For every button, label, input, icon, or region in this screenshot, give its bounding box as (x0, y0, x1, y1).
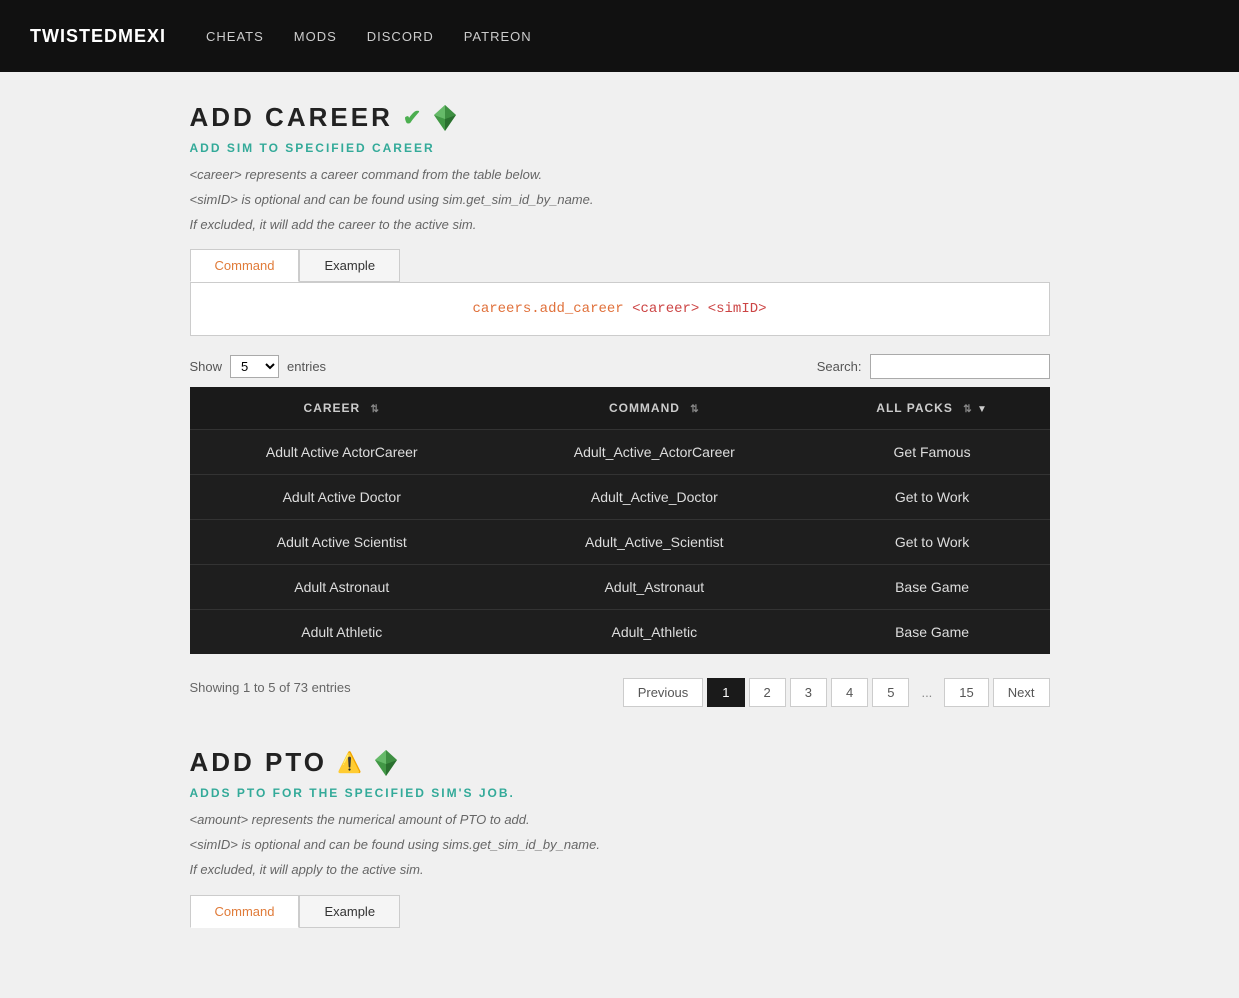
plumbob-icon-pto (375, 750, 397, 776)
add-career-desc-1: <career> represents a career command fro… (190, 165, 1050, 186)
page-3-button[interactable]: 3 (790, 678, 827, 707)
nav-cheats[interactable]: CHEATS (206, 29, 264, 44)
code-text: careers.add_career <career> <simID> (472, 301, 766, 317)
add-pto-desc-1: <amount> represents the numerical amount… (190, 810, 1050, 831)
career-name: Adult Active Scientist (190, 520, 494, 565)
table-row: Adult Astronaut Adult_Astronaut Base Gam… (190, 565, 1050, 610)
nav-mods[interactable]: MODS (294, 29, 337, 44)
search-input[interactable] (870, 354, 1050, 379)
main-content: ADD CAREER ✔ ADD SIM TO SPECIFIED CAREER… (170, 72, 1070, 998)
page-ellipsis: ... (913, 679, 940, 706)
table-row: Adult Active Scientist Adult_Active_Scie… (190, 520, 1050, 565)
sort-command-icon[interactable]: ⇅ (690, 404, 699, 415)
page-15-button[interactable]: 15 (944, 678, 988, 707)
add-career-title: ADD CAREER ✔ (190, 102, 1050, 133)
add-career-desc-2: <simID> is optional and can be found usi… (190, 190, 1050, 211)
table-header: CAREER ⇅ COMMAND ⇅ ALL PACKS ⇅ (190, 387, 1050, 430)
add-pto-tabs: Command Example (190, 895, 1050, 928)
table-row: Adult Athletic Adult_Athletic Base Game (190, 610, 1050, 655)
career-name: Adult Astronaut (190, 565, 494, 610)
entries-label: entries (287, 359, 326, 374)
tab-command[interactable]: Command (190, 249, 300, 282)
page-2-button[interactable]: 2 (749, 678, 786, 707)
pto-tab-example[interactable]: Example (299, 895, 400, 928)
tab-example[interactable]: Example (299, 249, 400, 282)
search-label: Search: (817, 359, 862, 374)
nav-discord[interactable]: DISCORD (367, 29, 434, 44)
page-5-button[interactable]: 5 (872, 678, 909, 707)
table-row: Adult Active Doctor Adult_Active_Doctor … (190, 475, 1050, 520)
add-pto-desc-3: If excluded, it will apply to the active… (190, 860, 1050, 881)
table-row: Adult Active ActorCareer Adult_Active_Ac… (190, 430, 1050, 475)
warning-icon: ⚠️ (337, 750, 365, 775)
add-pto-title-text: ADD PTO (190, 747, 328, 778)
navbar: TWISTEDMEXI CHEATS MODS DISCORD PATREON (0, 0, 1239, 72)
show-entries: Show 5 10 25 50 entries (190, 355, 327, 378)
career-command: Adult_Active_Doctor (494, 475, 815, 520)
code-param1: <career> (632, 301, 699, 317)
career-table: CAREER ⇅ COMMAND ⇅ ALL PACKS ⇅ Adult Act… (190, 387, 1050, 654)
entries-select[interactable]: 5 10 25 50 (230, 355, 279, 378)
add-career-title-text: ADD CAREER (190, 102, 393, 133)
pagination: Previous12345...15Next (623, 678, 1050, 707)
add-career-desc-3: If excluded, it will add the career to t… (190, 215, 1050, 236)
code-box: careers.add_career <career> <simID> (190, 282, 1050, 336)
career-command: Adult_Athletic (494, 610, 815, 655)
career-name: Adult Athletic (190, 610, 494, 655)
plumbob-icon (434, 105, 456, 131)
career-name: Adult Active ActorCareer (190, 430, 494, 475)
col-command: COMMAND ⇅ (494, 387, 815, 430)
add-career-subtitle: ADD SIM TO SPECIFIED CAREER (190, 141, 1050, 155)
career-command: Adult_Astronaut (494, 565, 815, 610)
add-pto-desc-2: <simID> is optional and can be found usi… (190, 835, 1050, 856)
search-box: Search: (817, 354, 1050, 379)
nav-patreon[interactable]: PATREON (464, 29, 532, 44)
sort-packs-icon[interactable]: ⇅ (963, 404, 972, 415)
table-controls: Show 5 10 25 50 entries Search: (190, 354, 1050, 379)
code-command: careers.add_career (472, 301, 623, 317)
page-1-button[interactable]: 1 (707, 678, 744, 707)
add-career-tabs: Command Example (190, 249, 1050, 282)
add-career-section: ADD CAREER ✔ ADD SIM TO SPECIFIED CAREER… (190, 102, 1050, 707)
col-packs[interactable]: ALL PACKS ⇅ (815, 387, 1050, 430)
career-command: Adult_Active_ActorCareer (494, 430, 815, 475)
next-page-button[interactable]: Next (993, 678, 1050, 707)
nav-links: CHEATS MODS DISCORD PATREON (206, 29, 532, 44)
add-pto-title: ADD PTO ⚠️ (190, 747, 1050, 778)
career-pack: Base Game (815, 610, 1050, 655)
career-pack: Get to Work (815, 520, 1050, 565)
add-pto-section: ADD PTO ⚠️ ADDS PTO FOR THE SPECIFIED SI… (190, 747, 1050, 927)
showing-text: Showing 1 to 5 of 73 entries (190, 680, 351, 695)
table-body: Adult Active ActorCareer Adult_Active_Ac… (190, 430, 1050, 655)
checkmark-icon: ✔ (403, 105, 424, 131)
show-label: Show (190, 359, 223, 374)
col-career: CAREER ⇅ (190, 387, 494, 430)
career-command: Adult_Active_Scientist (494, 520, 815, 565)
career-name: Adult Active Doctor (190, 475, 494, 520)
career-pack: Get to Work (815, 475, 1050, 520)
prev-page-button[interactable]: Previous (623, 678, 704, 707)
add-pto-subtitle: ADDS PTO FOR THE SPECIFIED SIM'S JOB. (190, 786, 1050, 800)
sort-career-icon[interactable]: ⇅ (371, 404, 380, 415)
page-4-button[interactable]: 4 (831, 678, 868, 707)
career-pack: Base Game (815, 565, 1050, 610)
brand-logo: TWISTEDMEXI (30, 26, 166, 47)
pto-tab-command[interactable]: Command (190, 895, 300, 928)
career-pack: Get Famous (815, 430, 1050, 475)
code-param2: <simID> (708, 301, 767, 317)
